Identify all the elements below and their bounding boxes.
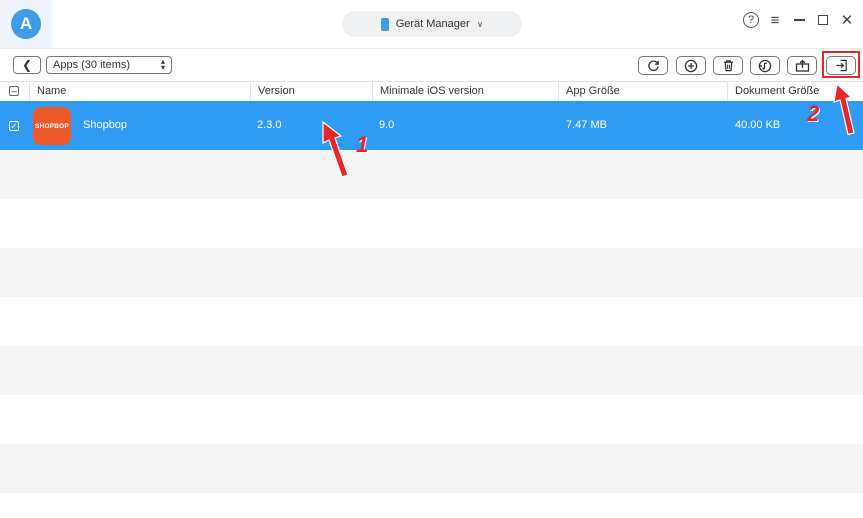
add-button[interactable] [676,56,706,75]
column-header-name[interactable]: Name [29,82,250,101]
send-to-device-button[interactable] [787,56,817,75]
close-button[interactable]: ✕ [839,12,855,29]
device-manager-label: Gerät Manager [395,18,470,30]
window-controls: ? ≡ ✕ [743,12,855,29]
phone-icon [380,17,389,31]
table-row[interactable]: ✓ SHOPBOP Shopbop 2.3.0 9.0 7.47 MB 40.0… [0,101,863,150]
document-size: 40.00 KB [735,119,781,131]
back-button[interactable]: ❮ [13,56,41,74]
empty-row [0,150,863,199]
empty-row [0,346,863,395]
row-checkbox[interactable]: ✓ [9,121,19,131]
category-select[interactable]: Apps (30 items) ▴ ▾ [46,56,172,74]
delete-button[interactable] [713,56,743,75]
app-version: 2.3.0 [257,119,282,131]
annotation-arrow-2-icon [833,82,855,136]
device-upload-icon [795,59,809,72]
anytrans-logo-icon: A [11,9,41,39]
app-size: 7.47 MB [566,119,607,131]
refresh-icon [647,60,659,72]
app-logo-area: A [0,0,52,48]
trash-icon [723,60,733,72]
chevron-down-icon: ∨ [476,18,484,29]
annotation-arrow-1-icon [322,120,349,178]
app-name: Shopbop [83,119,128,131]
export-button-highlight [822,51,860,78]
app-icon-text: SHOPBOP [35,122,69,130]
refresh-button[interactable] [638,56,668,75]
help-icon[interactable]: ? [743,12,759,28]
column-header-app-size[interactable]: App Größe [558,82,727,101]
empty-row [0,248,863,297]
minimize-button[interactable] [791,12,807,28]
column-header-min-ios[interactable]: Minimale iOS version [372,82,558,101]
toolbar: ❮ Apps (30 items) ▴ ▾ [0,48,863,82]
empty-row [0,493,863,518]
title-bar: A Gerät Manager ∨ ? ≡ ✕ [0,0,863,48]
shopbop-app-icon: SHOPBOP [33,107,71,145]
annotation-number-1: 1 [356,132,369,157]
table-header: – Name Version Minimale iOS version App … [0,81,863,102]
menu-icon[interactable]: ≡ [767,12,783,29]
app-min-ios: 9.0 [379,119,395,131]
updown-chevron-icon: ▴ ▾ [160,57,165,72]
select-all-checkbox[interactable]: – [9,86,19,96]
category-select-value: Apps (30 items) [53,59,131,71]
add-icon [684,59,698,72]
annotation-number-2: 2 [807,101,820,126]
empty-row [0,199,863,248]
empty-row [0,297,863,346]
transfer-to-itunes-button[interactable] [750,56,780,75]
empty-row [0,395,863,444]
device-manager-dropdown[interactable]: Gerät Manager ∨ [342,11,522,37]
music-transfer-icon [758,59,772,72]
maximize-button[interactable] [815,12,831,28]
empty-row [0,444,863,493]
column-header-version[interactable]: Version [250,82,372,101]
